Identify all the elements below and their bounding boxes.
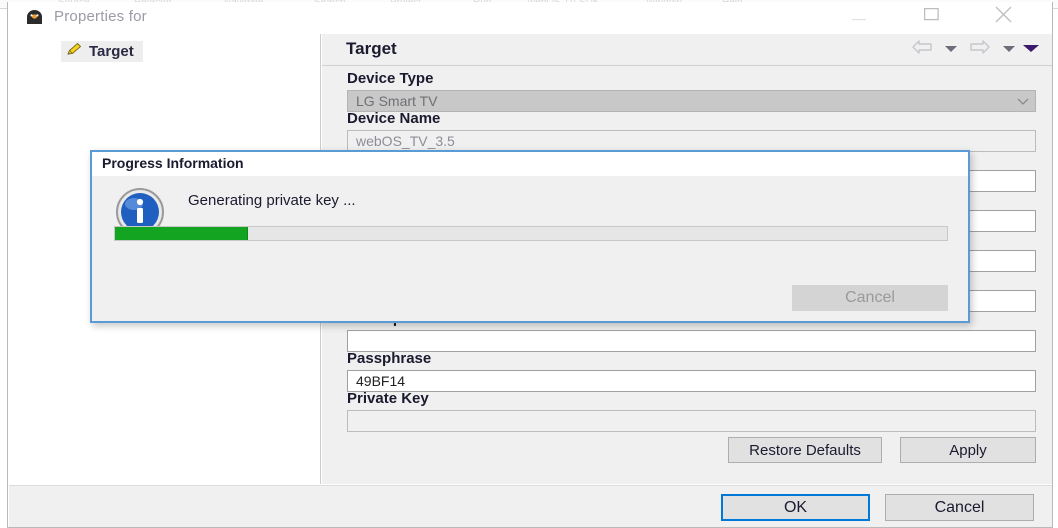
field-label: Private Key — [347, 390, 429, 407]
field-value: webOS_TV_3.5 — [356, 133, 455, 149]
progress-bar-fill — [115, 227, 249, 240]
back-history-menu-button[interactable] — [940, 38, 962, 60]
forward-button[interactable] — [962, 38, 998, 60]
pencil-icon — [65, 42, 83, 62]
progress-dialog-title: Progress Information — [102, 155, 244, 171]
restore-defaults-button[interactable]: Restore Defaults — [728, 437, 882, 463]
ok-button[interactable]: OK — [721, 494, 870, 521]
view-menu-button[interactable] — [1020, 38, 1042, 60]
text-input[interactable] — [347, 330, 1036, 352]
sidebar-item-label: Target — [89, 43, 134, 60]
text-input[interactable]: 49BF14 — [347, 370, 1036, 392]
apply-button[interactable]: Apply — [900, 437, 1036, 463]
minimize-icon — [852, 8, 866, 26]
close-button[interactable] — [980, 2, 1026, 32]
minimize-button[interactable] — [836, 2, 882, 32]
chevron-down-icon — [1017, 93, 1029, 109]
progress-message: Generating private key ... — [188, 192, 356, 209]
back-arrow-icon — [910, 39, 934, 60]
detail-nav-toolbar — [904, 38, 1042, 60]
field-value: 49BF14 — [356, 373, 406, 389]
progress-dialog-titlebar: Progress Information — [92, 152, 968, 176]
field-label: Device Type — [347, 70, 434, 87]
forward-arrow-icon — [968, 39, 992, 60]
app-icon — [25, 9, 44, 26]
progress-bar — [114, 226, 948, 241]
text-input — [347, 410, 1036, 432]
maximize-icon — [923, 7, 939, 26]
field-value: LG Smart TV — [356, 93, 438, 109]
chevron-down-filled-icon — [1023, 40, 1039, 58]
chevron-down-icon — [1003, 40, 1015, 58]
sidebar-item-target[interactable]: Target — [61, 41, 143, 62]
device-type-select[interactable]: LG Smart TV — [347, 90, 1036, 112]
window-titlebar: Properties for — [8, 2, 1052, 34]
dialog-footer: OK Cancel — [9, 485, 1052, 527]
progress-cancel-button[interactable]: Cancel — [792, 285, 948, 311]
field-label: Passphrase — [347, 350, 432, 367]
maximize-button[interactable] — [908, 2, 954, 32]
cancel-button[interactable]: Cancel — [885, 494, 1034, 521]
page-title: Target — [346, 39, 397, 58]
window-title: Properties for — [54, 8, 147, 25]
detail-header: Target — [322, 34, 1052, 66]
back-button[interactable] — [904, 38, 940, 60]
chevron-down-icon — [945, 40, 957, 58]
progress-information-dialog: Progress Information Generating private … — [90, 150, 970, 323]
forward-history-menu-button[interactable] — [998, 38, 1020, 60]
field-label: Device Name — [347, 110, 441, 127]
close-icon — [995, 6, 1012, 28]
text-input: webOS_TV_3.5 — [347, 130, 1036, 152]
